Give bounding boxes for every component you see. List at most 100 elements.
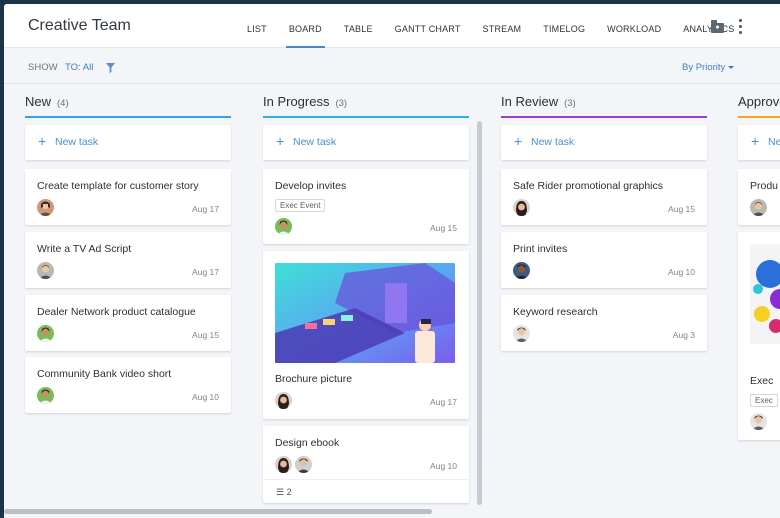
avatar[interactable] <box>513 262 530 279</box>
avatar[interactable] <box>750 199 767 216</box>
column-in-progress: In Progress (3) + New task Develop invite… <box>263 85 469 503</box>
board-horizontal-scrollbar[interactable] <box>4 509 432 514</box>
plus-icon: + <box>38 133 47 149</box>
column-count: (4) <box>57 98 69 109</box>
avatar[interactable] <box>37 262 54 279</box>
subtasks-count-value: 2 <box>286 487 292 497</box>
task-name: Create template for customer story <box>37 180 199 192</box>
column-new: New (4) + New task Create template for cu… <box>25 85 231 413</box>
due-date: Aug 10 <box>668 267 695 277</box>
new-task-button[interactable]: + New task <box>25 125 231 160</box>
tab-stream[interactable]: STREAM <box>472 4 533 48</box>
due-date: Aug 17 <box>430 397 457 407</box>
assignee-filter[interactable]: TO: All <box>65 62 93 73</box>
tab-analytics[interactable]: ANALYTICS <box>672 4 745 48</box>
new-task-label: New task <box>293 136 337 148</box>
column-header: Approved <box>738 85 780 118</box>
page-title: Creative Team <box>28 17 131 34</box>
new-task-button[interactable]: + New task <box>738 125 780 160</box>
avatar[interactable] <box>295 456 312 473</box>
task-name: Develop invites <box>275 180 347 192</box>
avatar[interactable] <box>275 218 292 235</box>
column-header: New (4) <box>25 85 231 118</box>
task-card[interactable]: Brochure picture Aug 17 <box>263 251 469 419</box>
sort-dropdown[interactable]: By Priority <box>682 62 735 73</box>
due-date: Aug 10 <box>192 392 219 402</box>
column-color-bar <box>263 116 469 118</box>
task-name: Write a TV Ad Script <box>37 243 132 255</box>
avatar[interactable] <box>513 325 530 342</box>
caret-down-icon <box>728 65 735 69</box>
filter-bar: SHOW TO: All By Priority <box>4 48 780 84</box>
tab-gantt-chart[interactable]: GANTT CHART <box>384 4 472 48</box>
tab-list[interactable]: LIST <box>236 4 278 48</box>
task-name: Community Bank video short <box>37 368 172 380</box>
column-in-review: In Review (3) + New task Safe Rider promo… <box>501 85 707 351</box>
column-title: New <box>25 94 52 109</box>
new-task-label: New task <box>531 136 575 148</box>
task-name: Keyword research <box>513 306 598 318</box>
avatar[interactable] <box>513 199 530 216</box>
subtasks-count[interactable]: ☰ 2 <box>276 487 292 498</box>
due-date: Aug 17 <box>192 204 219 214</box>
column-count: (3) <box>564 98 576 109</box>
due-date: Aug 3 <box>672 330 695 340</box>
task-card[interactable]: Dealer Network product catalogue Aug 15 <box>25 295 231 351</box>
tab-table[interactable]: TABLE <box>333 4 384 48</box>
column-title: In Progress <box>263 94 330 109</box>
avatar[interactable] <box>37 325 54 342</box>
due-date: Aug 15 <box>668 204 695 214</box>
plus-icon: + <box>751 133 760 149</box>
avatar[interactable] <box>275 456 292 473</box>
vertical-dots-icon[interactable] <box>737 19 743 37</box>
new-task-button[interactable]: + New task <box>263 125 469 160</box>
new-task-label: New task <box>55 136 99 148</box>
task-name: Produ <box>750 180 779 192</box>
task-name: Safe Rider promotional graphics <box>513 180 663 192</box>
task-tag[interactable]: Exec <box>750 394 778 407</box>
task-card[interactable]: Keyword research Aug 3 <box>501 295 707 351</box>
avatar[interactable] <box>37 387 54 404</box>
task-card[interactable]: Produ <box>738 169 780 225</box>
column-color-bar <box>501 116 707 118</box>
due-date: Aug 15 <box>192 330 219 340</box>
app-window: Creative Team LIST BOARD TABLE GANTT CHA… <box>4 4 780 518</box>
task-name: Exec <box>750 375 774 387</box>
tab-board[interactable]: BOARD <box>278 4 333 48</box>
plus-icon: + <box>514 133 523 149</box>
column-header: In Progress (3) <box>263 85 469 118</box>
task-card[interactable]: Exec Exec <box>738 232 780 440</box>
task-card[interactable]: Write a TV Ad Script Aug 17 <box>25 232 231 288</box>
subtasks-icon: ☰ <box>276 487 285 497</box>
column-color-bar <box>25 116 231 118</box>
view-tabs: LIST BOARD TABLE GANTT CHART STREAM TIME… <box>236 4 745 48</box>
card-divider <box>263 479 469 480</box>
avatar[interactable] <box>750 413 767 430</box>
column-scrollbar[interactable] <box>477 121 482 505</box>
cover-image <box>275 263 455 363</box>
avatar[interactable] <box>275 392 292 409</box>
due-date: Aug 15 <box>430 223 457 233</box>
avatar[interactable] <box>37 199 54 216</box>
new-task-label: New task <box>768 136 780 148</box>
task-card[interactable]: Create template for customer story Aug 1… <box>25 169 231 225</box>
column-title: Approved <box>738 94 780 109</box>
task-tag[interactable]: Exec Event <box>275 199 326 212</box>
task-name: Brochure picture <box>275 373 353 385</box>
task-card[interactable]: Design ebook Aug 10 ☰ 2 <box>263 426 469 503</box>
task-card[interactable]: Print invites Aug 10 <box>501 232 707 288</box>
column-approved: Approved + New task Produ Exec Exec <box>738 85 780 440</box>
new-task-button[interactable]: + New task <box>501 125 707 160</box>
top-bar: Creative Team LIST BOARD TABLE GANTT CHA… <box>4 4 780 48</box>
task-card[interactable]: Safe Rider promotional graphics Aug 15 <box>501 169 707 225</box>
cover-image <box>750 244 780 344</box>
task-card[interactable]: Community Bank video short Aug 10 <box>25 357 231 413</box>
task-card[interactable]: Develop invites Exec Event Aug 15 <box>263 169 469 244</box>
plus-icon: + <box>276 133 285 149</box>
tab-timelog[interactable]: TIMELOG <box>532 4 596 48</box>
funnel-icon[interactable] <box>106 63 115 73</box>
tab-workload[interactable]: WORKLOAD <box>596 4 672 48</box>
due-date: Aug 10 <box>430 461 457 471</box>
folder-user-icon[interactable]: ● <box>711 20 724 33</box>
task-name: Design ebook <box>275 437 340 449</box>
